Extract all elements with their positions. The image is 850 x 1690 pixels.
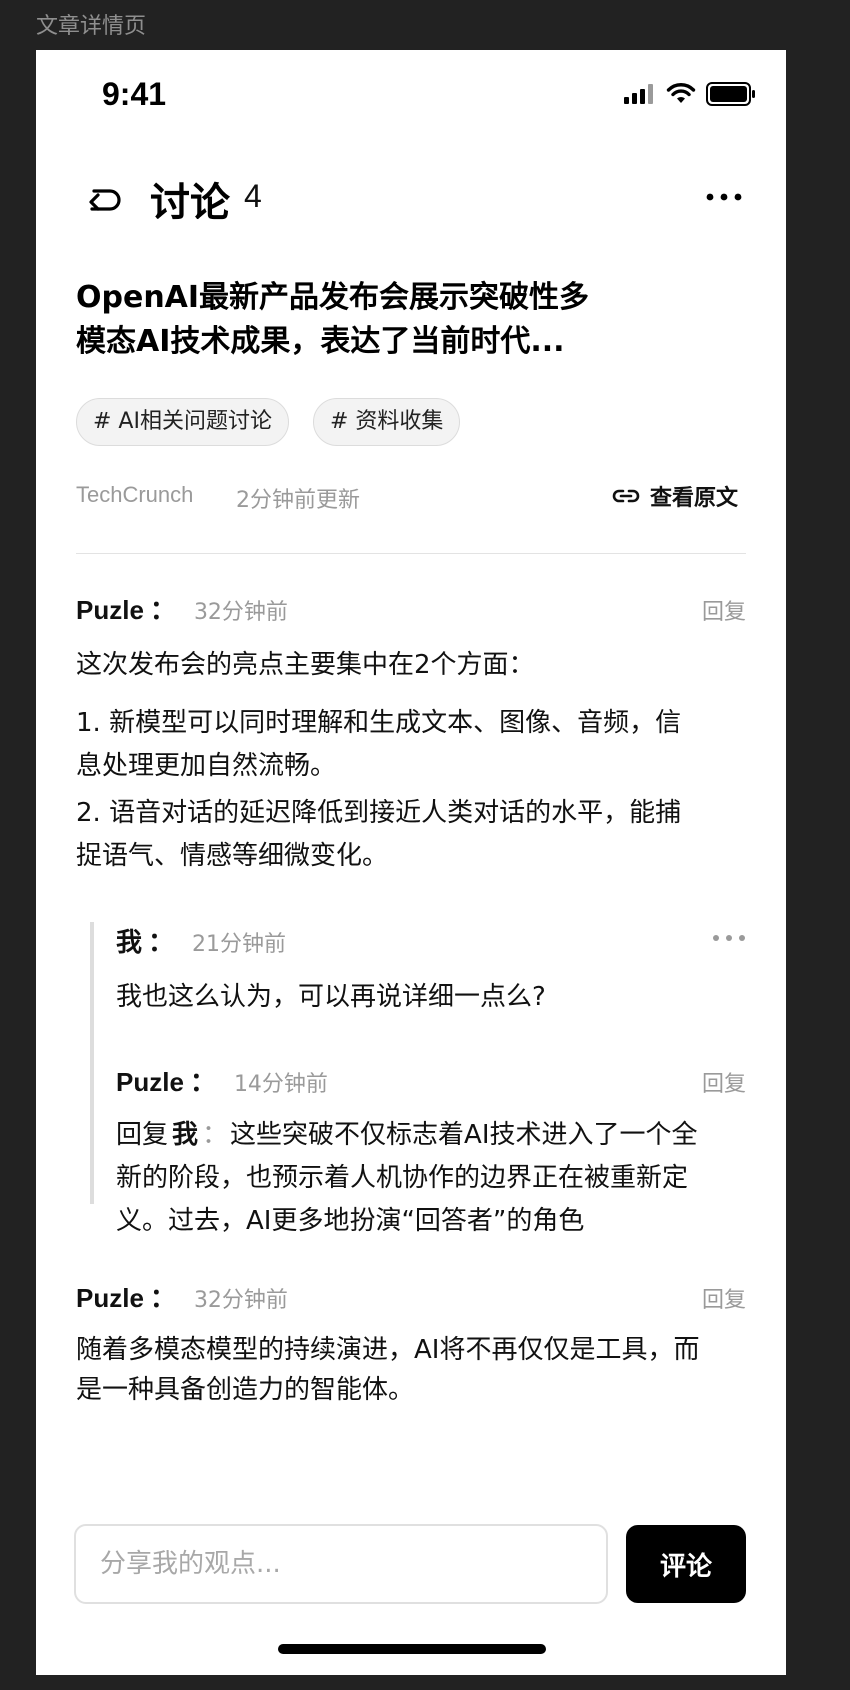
comment-time: 32分钟前 — [193, 600, 288, 625]
home-indicator — [278, 1644, 546, 1654]
status-time: 9:41 — [102, 76, 167, 112]
comment-time: 14分钟前 — [233, 1072, 328, 1097]
battery-icon — [706, 82, 755, 106]
comment-line: 是一种具备创造力的智能体。 — [76, 1375, 415, 1405]
article-title-line: OpenAI最新产品发布会展示突破性多 — [76, 280, 590, 315]
comment-body: 随着多模态模型的持续演进，AI将不再仅仅是工具，而 是一种具备创造力的智能体。 — [76, 1330, 776, 1410]
divider — [76, 553, 746, 554]
comment-line: 我也这么认为，可以再说详细一点么? — [116, 982, 546, 1012]
comment-time: 21分钟前 — [192, 932, 287, 957]
comment-line: 新的阶段，也预示着人机协作的边界正在被重新定 — [116, 1163, 689, 1193]
phone-screen: 9:41 讨论 4 OpenAI最新产品发布会展示突破性多 模态AI技术成果，表… — [36, 50, 786, 1675]
article-source: TechCrunch — [76, 482, 194, 507]
reply-button[interactable]: 回复 — [702, 1282, 746, 1314]
comment-input[interactable] — [74, 1524, 608, 1604]
comment-header: Puzle： 32分钟前 回复 — [76, 590, 746, 626]
comment-header: 我： 21分钟前 — [116, 922, 746, 958]
comment-line: 2. 语音对话的延迟降低到接近人类对话的水平，能捕 — [76, 798, 682, 828]
tag-list: # AI相关问题讨论 # 资料收集 — [76, 398, 461, 446]
reply-colon: ： — [202, 1120, 229, 1150]
comment-line: 1. 新模型可以同时理解和生成文本、图像、音频，信 — [76, 708, 682, 738]
article-meta: TechCrunch 2分钟前更新 查看原文 — [76, 482, 746, 516]
comment-body: 2. 语音对话的延迟降低到接近人类对话的水平，能捕 捉语气、情感等细微变化。 — [76, 792, 766, 878]
comment-line: 回复我：这些突破不仅标志着AI技术进入了一个全 — [116, 1114, 756, 1157]
author-colon: ： — [189, 1068, 216, 1098]
comment-author[interactable]: Puzle — [76, 595, 144, 625]
reply-button[interactable]: 回复 — [702, 1066, 746, 1098]
comment-line: 息处理更加自然流畅。 — [76, 751, 337, 781]
comment-header: Puzle： 32分钟前 回复 — [76, 1278, 746, 1314]
comment-time: 32分钟前 — [193, 1288, 288, 1313]
comment-header: Puzle： 14分钟前 回复 — [116, 1062, 746, 1098]
article-updated-time: 2分钟前更新 — [236, 488, 360, 513]
status-icons — [624, 82, 756, 106]
comment-body: 这次发布会的亮点主要集中在2个方面： — [76, 644, 766, 687]
page-title: 讨论 — [150, 180, 230, 226]
tag-ai-discussion[interactable]: # AI相关问题讨论 — [76, 398, 289, 446]
header: 讨论 4 — [36, 160, 786, 240]
comment-body: 我也这么认为，可以再说详细一点么? — [116, 976, 746, 1019]
comment-line: 随着多模态模型的持续演进，AI将不再仅仅是工具，而 — [76, 1335, 700, 1365]
comment-author[interactable]: Puzle — [116, 1067, 184, 1097]
wifi-icon — [666, 83, 696, 103]
more-options-icon[interactable] — [712, 932, 746, 944]
link-icon — [612, 489, 640, 503]
submit-comment-button[interactable]: 评论 — [626, 1525, 746, 1603]
author-colon: ： — [149, 1284, 176, 1314]
comment-line: 义。过去，AI更多地扮演“回答者”的角色 — [116, 1206, 585, 1236]
status-bar: 9:41 — [36, 50, 786, 140]
more-options-icon[interactable] — [704, 182, 744, 212]
tag-resource-collection[interactable]: # 资料收集 — [312, 398, 461, 446]
reply-button[interactable]: 回复 — [702, 594, 746, 626]
comment-line: 这次发布会的亮点主要集中在2个方面： — [76, 650, 535, 680]
author-colon: ： — [148, 928, 175, 958]
view-original-link[interactable]: 查看原文 — [612, 480, 738, 512]
comment-body: 1. 新模型可以同时理解和生成文本、图像、音频，信 息处理更加自然流畅。 — [76, 702, 766, 788]
reply-prefix: 回复 — [116, 1120, 169, 1150]
frame-label: 文章详情页 — [36, 14, 147, 39]
thread-line — [90, 922, 94, 1204]
back-arrow-icon[interactable] — [80, 176, 124, 220]
article-title-line: 模态AI技术成果，表达了当前时代... — [76, 324, 565, 359]
article-title: OpenAI最新产品发布会展示突破性多 模态AI技术成果，表达了当前时代... — [76, 276, 636, 364]
author-colon: ： — [149, 596, 176, 626]
cellular-signal-icon — [624, 84, 653, 104]
view-original-label: 查看原文 — [649, 486, 738, 511]
reply-target[interactable]: 我 — [172, 1120, 198, 1150]
comment-author[interactable]: 我 — [116, 928, 142, 958]
discussion-count: 4 — [244, 178, 262, 214]
comment-author[interactable]: Puzle — [76, 1283, 144, 1313]
comment-body: 回复我：这些突破不仅标志着AI技术进入了一个全 新的阶段，也预示着人机协作的边界… — [116, 1114, 756, 1243]
comment-line: 捉语气、情感等细微变化。 — [76, 841, 389, 871]
comment-text: 这些突破不仅标志着AI技术进入了一个全 — [230, 1120, 698, 1150]
